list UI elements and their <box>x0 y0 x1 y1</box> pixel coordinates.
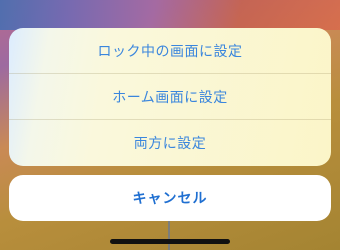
set-both-button[interactable]: 両方に設定 <box>9 120 331 166</box>
action-sheet: ロック中の画面に設定 ホーム画面に設定 両方に設定 <box>9 28 331 166</box>
wallpaper-divider <box>168 220 170 250</box>
wallpaper-background <box>0 0 340 30</box>
set-lock-screen-button[interactable]: ロック中の画面に設定 <box>9 28 331 74</box>
set-home-screen-button[interactable]: ホーム画面に設定 <box>9 74 331 120</box>
home-indicator[interactable] <box>110 239 230 244</box>
cancel-button[interactable]: キャンセル <box>9 175 331 221</box>
